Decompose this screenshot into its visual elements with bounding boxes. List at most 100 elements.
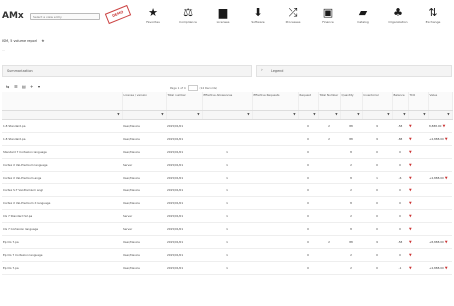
filter-icon[interactable]: ▼ [403,112,405,116]
add-icon[interactable]: + [30,84,33,89]
column-filter[interactable]: ▼ [318,110,341,120]
filter-icon[interactable]: ▼ [247,112,249,116]
nav-label: Exchange [425,20,441,24]
column-filter[interactable]: ▼ [362,110,393,120]
table-cell: 0 [298,171,318,185]
chevron-right-icon[interactable]: › [261,68,263,73]
table-cell[interactable]: CG 7 Cortexion language [2,222,122,237]
nav-software-button[interactable]: ⬇ Software [245,6,271,24]
column-filter[interactable]: ▼ [202,110,253,120]
filter-icon[interactable]: ▼ [161,112,163,116]
filter-icon[interactable]: ▼ [197,112,199,116]
table-cell: 1 [202,209,252,224]
table-row[interactable]: Cortex S.T Val-Premium angl User/Device 20… [2,183,452,198]
table-row[interactable]: Ep CG 7.pa User/Device 2015/01/01 1 0 2 0 -1 ▼ +4… [2,261,452,275]
nav-organization-button[interactable]: ♣ Organization [385,6,411,24]
page-input[interactable] [187,85,198,91]
table-cell: 2 [340,209,362,224]
column-filter[interactable]: ▼ [298,110,319,120]
column-filter[interactable]: ▼ [408,110,429,120]
table-cell: 0 [362,158,392,172]
table-cell[interactable]: Cortex X Val-Premium.angs [2,171,122,185]
nav-licenses-button[interactable]: ▆ Licenses [210,6,236,24]
nav-compliance-button[interactable]: ⚖ Compliance [175,6,201,24]
filter-icon[interactable]: ▾ [38,84,40,89]
filter-icon[interactable]: ▼ [293,112,295,116]
value-text: +8,888.00 [429,239,444,244]
table-cell: -58 [392,119,408,133]
filter-icon[interactable]: ▼ [335,112,337,116]
table-cell: 2 [318,119,340,133]
nav-processes-button[interactable]: ⤮ Processes [280,6,306,24]
table-cell: 1 [202,196,252,211]
filter-icon[interactable]: ▼ [357,112,359,116]
table-row[interactable]: 1.8 Standard.pa User/Device 2015/01/01 0 2 88… [2,119,452,133]
nav-favorites-button[interactable]: ★ Favorites [140,6,166,24]
nav-catalog-button[interactable]: ▰ Catalog [350,6,376,24]
table-cell: 0 [298,235,318,249]
summarization-panel[interactable]: Summarization [2,65,252,77]
table-row[interactable]: Ep CG 7.pa User/Device 2015/01/01 1 0 2 88 9 -58… [2,235,452,249]
nav-exchange-button[interactable]: ⇅ Exchange [420,6,446,24]
columns-icon[interactable]: ▤ [22,84,26,89]
license-table: License / version Total number Effective A… [2,92,453,275]
table-cell: +8,888.00 ▼ [428,235,452,249]
table-cell: 2015/01/01 [166,196,202,211]
table-cell[interactable]: Standard 7 Cortexion language [2,145,122,159]
table-cell[interactable]: CG 7 Standard S2.pa [2,209,122,224]
table-cell[interactable]: Ep CG 7 Cortexion language [2,248,122,262]
column-filter[interactable]: ▼ [340,110,363,120]
export-icon[interactable]: ⇆ [6,84,9,89]
table-row[interactable]: Ep CG 7 Cortexion language User/Device 201… [2,248,452,262]
column-header[interactable] [2,92,123,111]
table-cell[interactable]: Ep CG 7.pa [2,261,122,275]
table-row[interactable]: CG 7 Standard S2.pa Server 2015/01/01 1 0 2 0 0… [2,209,452,224]
legend-panel[interactable]: › Legend [256,65,452,77]
column-filter[interactable]: ▼ [252,110,299,120]
column-header[interactable]: TCO [408,92,429,111]
search-input[interactable]: Select a view entry [30,13,100,20]
list-icon[interactable]: ☰ [14,84,18,89]
table-cell: 88 [340,235,362,249]
table-row[interactable]: Cortex X Val-Premium X language User/Devi… [2,196,452,211]
table-cell[interactable]: 1.8 Standard.pa [2,119,122,133]
table-cell: 0 [298,261,318,275]
column-header[interactable]: Total Number [318,92,341,111]
column-header[interactable]: License / version [122,92,167,111]
column-filter[interactable]: ▼ [392,110,409,120]
filter-icon[interactable]: ▼ [387,112,389,116]
column-header[interactable]: Effective Requests [252,92,299,111]
column-header[interactable]: Request [298,92,319,111]
table-row[interactable]: Cortex X Val-Premium.angs User/Device 2015… [2,171,452,185]
demo-stamp: DEMO [104,4,132,25]
column-header[interactable]: Inventorial [362,92,393,111]
table-cell: 2015/01/01 [166,132,202,146]
column-filter[interactable]: ▼ [428,110,453,120]
table-row[interactable]: 1.8 Standard.pa User/Device 2015/01/01 0 2 88… [2,132,452,146]
column-header[interactable]: Balance [392,92,409,111]
table-cell[interactable]: Cortex X Val-Premium language [2,158,122,172]
table-row[interactable]: Standard 7 Cortexion language User/Device… [2,145,452,159]
table-cell: ▼ [408,196,428,211]
table-cell[interactable]: 1.8 Standard.pa [2,132,122,146]
filter-icon[interactable]: ▼ [447,112,449,116]
filter-icon[interactable]: ▼ [313,112,315,116]
warning-flag-icon: ▼ [409,227,412,232]
filter-icon[interactable]: ▼ [117,112,119,116]
star-icon[interactable]: ★ [41,38,45,43]
table-row[interactable]: Cortex X Val-Premium language Server 2015/… [2,158,452,172]
filter-icon[interactable]: ▼ [423,112,425,116]
column-header[interactable]: Value [428,92,453,111]
table-cell[interactable]: Ep CG 7.pa [2,235,122,249]
table-cell[interactable]: Cortex X Val-Premium X language [2,196,122,211]
column-header[interactable]: Quantity [340,92,363,111]
column-header[interactable]: Effective Allowances [202,92,253,111]
table-cell[interactable]: Cortex S.T Val-Premium angl [2,183,122,198]
table-row[interactable]: CG 7 Cortexion language Server 2015/01/01 1… [2,222,452,237]
nav-finance-button[interactable]: ▣ Finance [315,6,341,24]
table-cell: -6 [392,171,408,185]
column-header[interactable]: Total number [166,92,203,111]
column-filter[interactable]: ▼ [122,110,167,120]
column-filter[interactable]: ▼ [166,110,203,120]
column-filter[interactable]: ▼ [2,110,123,120]
